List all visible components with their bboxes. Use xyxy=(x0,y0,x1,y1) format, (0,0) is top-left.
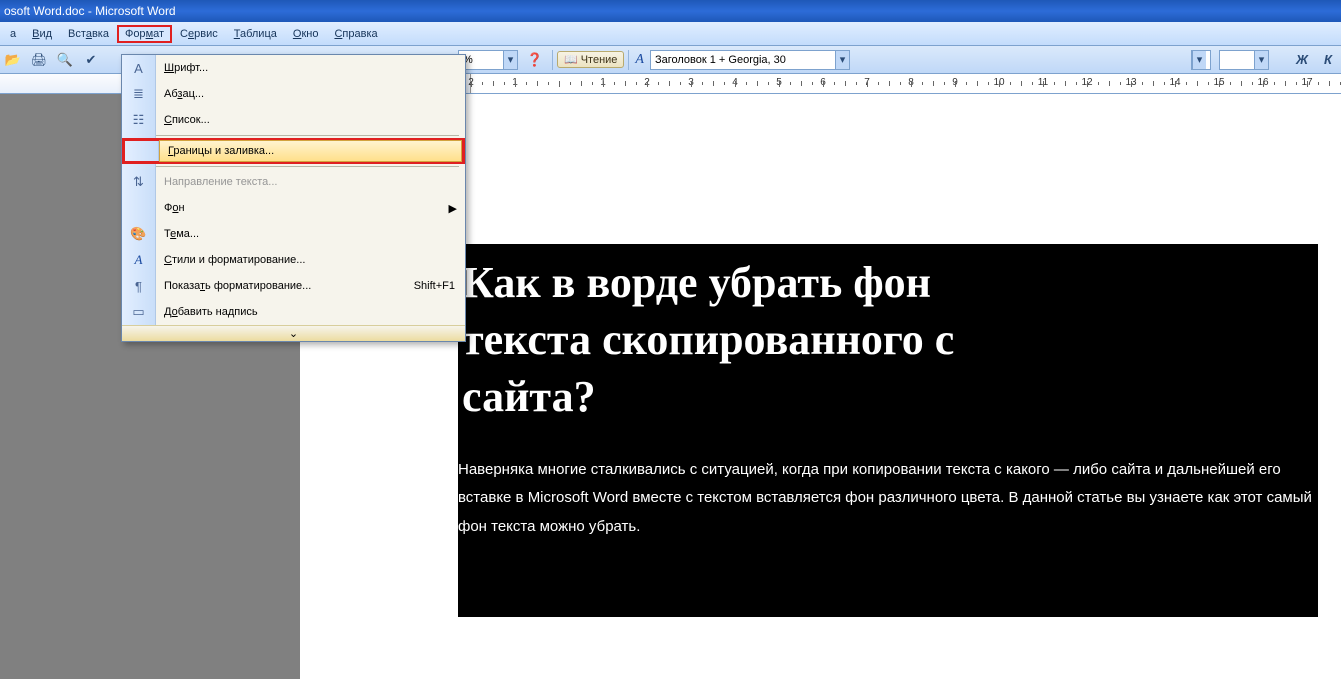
chevron-down-icon: ⌄ xyxy=(289,327,298,340)
chevron-down-icon[interactable]: ▾ xyxy=(1192,51,1206,69)
window-titlebar: osoft Word.doc - Microsoft Word xyxy=(0,0,1341,22)
help-icon xyxy=(527,52,543,68)
menu-item-format[interactable]: Формат xyxy=(117,25,172,43)
font-icon xyxy=(134,61,143,76)
direction-icon xyxy=(133,174,144,190)
spellcheck-button[interactable] xyxy=(79,49,103,71)
paragraph-icon xyxy=(133,86,144,102)
menu-item-service[interactable]: Сервис xyxy=(172,25,226,43)
submenu-arrow-icon: ▶ xyxy=(449,202,465,215)
preview-button[interactable] xyxy=(53,49,77,71)
expand-menu-button[interactable]: ⌄ xyxy=(122,325,465,341)
doc-body: Наверняка многие сталкивались с ситуацие… xyxy=(458,456,1318,542)
textbox-icon xyxy=(132,304,144,320)
doc-title: Как в ворде убрать фон текста скопирован… xyxy=(458,254,1318,426)
menu-paragraph[interactable]: Абзац... xyxy=(122,81,465,107)
style-input[interactable] xyxy=(651,54,835,66)
menu-reveal-formatting[interactable]: Показать форматирование... Shift+F1 xyxy=(122,273,465,299)
chevron-down-icon[interactable]: ▾ xyxy=(503,51,517,69)
selected-text-block: Как в ворде убрать фон текста скопирован… xyxy=(458,244,1318,617)
font-combo[interactable]: ▾ xyxy=(1191,50,1211,70)
menu-item-view[interactable]: Вид xyxy=(24,25,60,43)
reading-button[interactable]: Чтение xyxy=(557,51,624,68)
separator xyxy=(628,50,629,70)
italic-button[interactable]: К xyxy=(1316,49,1340,71)
menu-list[interactable]: Список... xyxy=(122,107,465,133)
separator xyxy=(552,50,553,70)
menu-item-table[interactable]: Таблица xyxy=(226,25,285,43)
menu-item-window[interactable]: Окно xyxy=(285,25,327,43)
chevron-down-icon[interactable]: ▾ xyxy=(1254,51,1268,69)
reading-label: Чтение xyxy=(581,54,618,66)
menu-borders-shading[interactable]: Границы и заливка... xyxy=(122,138,465,164)
reveal-icon xyxy=(135,279,142,294)
menu-item-insert[interactable]: Вставка xyxy=(60,25,117,43)
spellcheck-icon xyxy=(86,52,97,68)
menu-font[interactable]: Шрифт... xyxy=(122,55,465,81)
style-a-icon[interactable]: A xyxy=(635,52,644,68)
styles-icon xyxy=(135,252,143,268)
menu-text-direction: Направление текста... xyxy=(122,169,465,195)
preview-icon xyxy=(57,52,73,68)
print-icon xyxy=(31,52,48,68)
window-title: osoft Word.doc - Microsoft Word xyxy=(4,4,176,18)
menu-item-help[interactable]: Справка xyxy=(326,25,385,43)
shortcut-label: Shift+F1 xyxy=(414,280,465,292)
style-combo[interactable]: ▾ xyxy=(650,50,850,70)
bold-button[interactable]: Ж xyxy=(1290,49,1314,71)
chevron-down-icon[interactable]: ▾ xyxy=(835,51,849,69)
list-icon xyxy=(133,112,145,128)
help-button[interactable] xyxy=(523,49,547,71)
menubar: а Вид Вставка Формат Сервис Таблица Окно… xyxy=(0,22,1341,46)
menu-theme[interactable]: Тема... xyxy=(122,221,465,247)
size-combo[interactable]: ▾ xyxy=(1219,50,1269,70)
menu-background[interactable]: Фон ▶ xyxy=(122,195,465,221)
menu-styles[interactable]: Стили и форматирование... xyxy=(122,247,465,273)
format-dropdown: Шрифт... Абзац... Список... Границы и за… xyxy=(121,54,466,342)
menu-add-textbox[interactable]: Добавить надпись xyxy=(122,299,465,325)
theme-icon xyxy=(130,226,146,242)
open-button[interactable] xyxy=(1,49,25,71)
zoom-combo[interactable]: ▾ xyxy=(458,50,518,70)
print-button[interactable] xyxy=(27,49,51,71)
menu-item-a[interactable]: а xyxy=(2,25,24,43)
open-icon xyxy=(5,52,21,68)
size-input[interactable] xyxy=(1220,54,1254,66)
book-icon xyxy=(564,53,578,66)
